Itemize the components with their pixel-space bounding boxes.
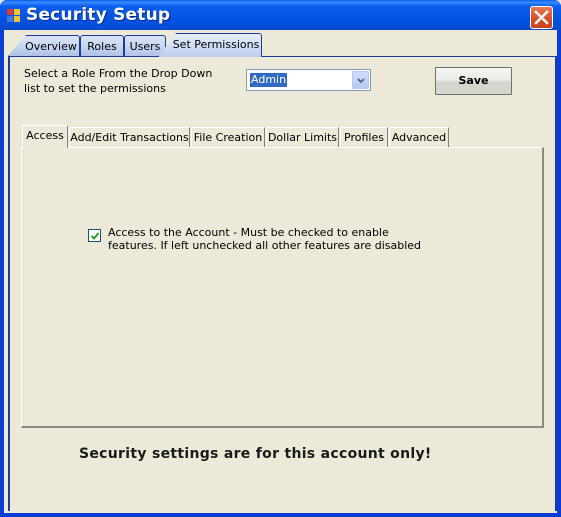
tab-roles-label: Roles — [87, 40, 117, 53]
tab-roles[interactable]: Roles — [80, 35, 124, 56]
tab-dollar-limits[interactable]: Dollar Limits — [266, 127, 339, 147]
tab-users[interactable]: Users — [124, 35, 166, 56]
app-window-icon — [7, 9, 21, 23]
tab-file-creation-label: File Creation — [193, 131, 263, 144]
tab-file-creation[interactable]: File Creation — [191, 127, 265, 147]
tab-access[interactable]: Access — [22, 125, 68, 148]
tab-overview-label: Overview — [25, 40, 77, 53]
access-account-checkbox[interactable] — [88, 229, 101, 242]
tab-add-edit-transactions-label: Add/Edit Transactions — [70, 131, 189, 144]
tab-add-edit-transactions[interactable]: Add/Edit Transactions — [69, 127, 190, 147]
title-bar[interactable]: Security Setup — [0, 0, 561, 30]
access-account-label: Access to the Account - Must be checked … — [108, 226, 422, 252]
footer-note: Security settings are for this account o… — [79, 446, 432, 462]
access-tab-page: Access to the Account - Must be checked … — [21, 147, 544, 428]
role-dropdown[interactable]: Admin — [246, 69, 371, 91]
tab-profiles[interactable]: Profiles — [340, 127, 388, 147]
close-button[interactable] — [530, 6, 553, 29]
tab-page-border-right — [555, 56, 557, 511]
tab-overview[interactable]: Overview — [8, 35, 80, 56]
tab-set-permissions-label: Set Permissions — [172, 38, 260, 51]
tab-dollar-limits-label: Dollar Limits — [267, 131, 338, 144]
checkmark-icon — [90, 232, 100, 240]
tab-page-border-left — [8, 56, 10, 511]
role-dropdown-value[interactable]: Admin — [250, 73, 288, 87]
tab-advanced-label: Advanced — [391, 131, 447, 144]
tab-users-label: Users — [129, 40, 161, 53]
tab-advanced[interactable]: Advanced — [389, 127, 449, 147]
close-icon — [534, 10, 549, 25]
top-tab-strip: Overview Roles Users Set Permissions — [6, 33, 557, 57]
tab-strip-divider — [8, 56, 557, 57]
client-area: Overview Roles Users Set Permissions Sel… — [4, 30, 557, 513]
tab-access-label: Access — [26, 129, 64, 142]
tab-set-permissions[interactable]: Set Permissions — [158, 33, 262, 57]
role-dropdown-button[interactable] — [352, 71, 369, 89]
save-button[interactable]: Save — [435, 67, 512, 95]
chevron-down-icon — [357, 78, 365, 84]
tab-profiles-label: Profiles — [344, 131, 384, 144]
security-setup-window: Security Setup Overview Roles Users Set … — [0, 0, 561, 517]
role-instructions: Select a Role From the Drop Down list to… — [24, 67, 213, 95]
window-title: Security Setup — [26, 5, 171, 25]
